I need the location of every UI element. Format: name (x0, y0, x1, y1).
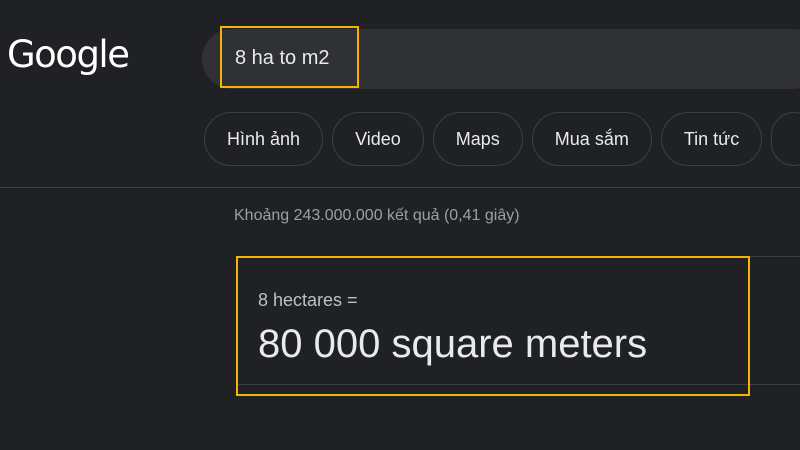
tab-images[interactable]: Hình ảnh (204, 112, 324, 166)
conversion-result: 80 000 square meters (258, 322, 648, 366)
tab-more[interactable] (771, 112, 800, 166)
result-stats: Khoảng 243.000.000 kết quả (0,41 giây) (234, 207, 520, 224)
google-logo[interactable]: Google (7, 36, 130, 73)
tab-maps[interactable]: Maps (432, 112, 523, 166)
tab-shopping[interactable]: Mua sắm (531, 112, 652, 166)
query-highlight-box (220, 26, 359, 88)
tab-video[interactable]: Video (332, 112, 424, 166)
conversion-input-label: 8 hectares = (258, 290, 358, 310)
search-tabs: Hình ảnh Video Maps Mua sắm Tin tức (204, 112, 800, 166)
header-divider (0, 187, 800, 188)
tab-news[interactable]: Tin tức (660, 112, 763, 166)
